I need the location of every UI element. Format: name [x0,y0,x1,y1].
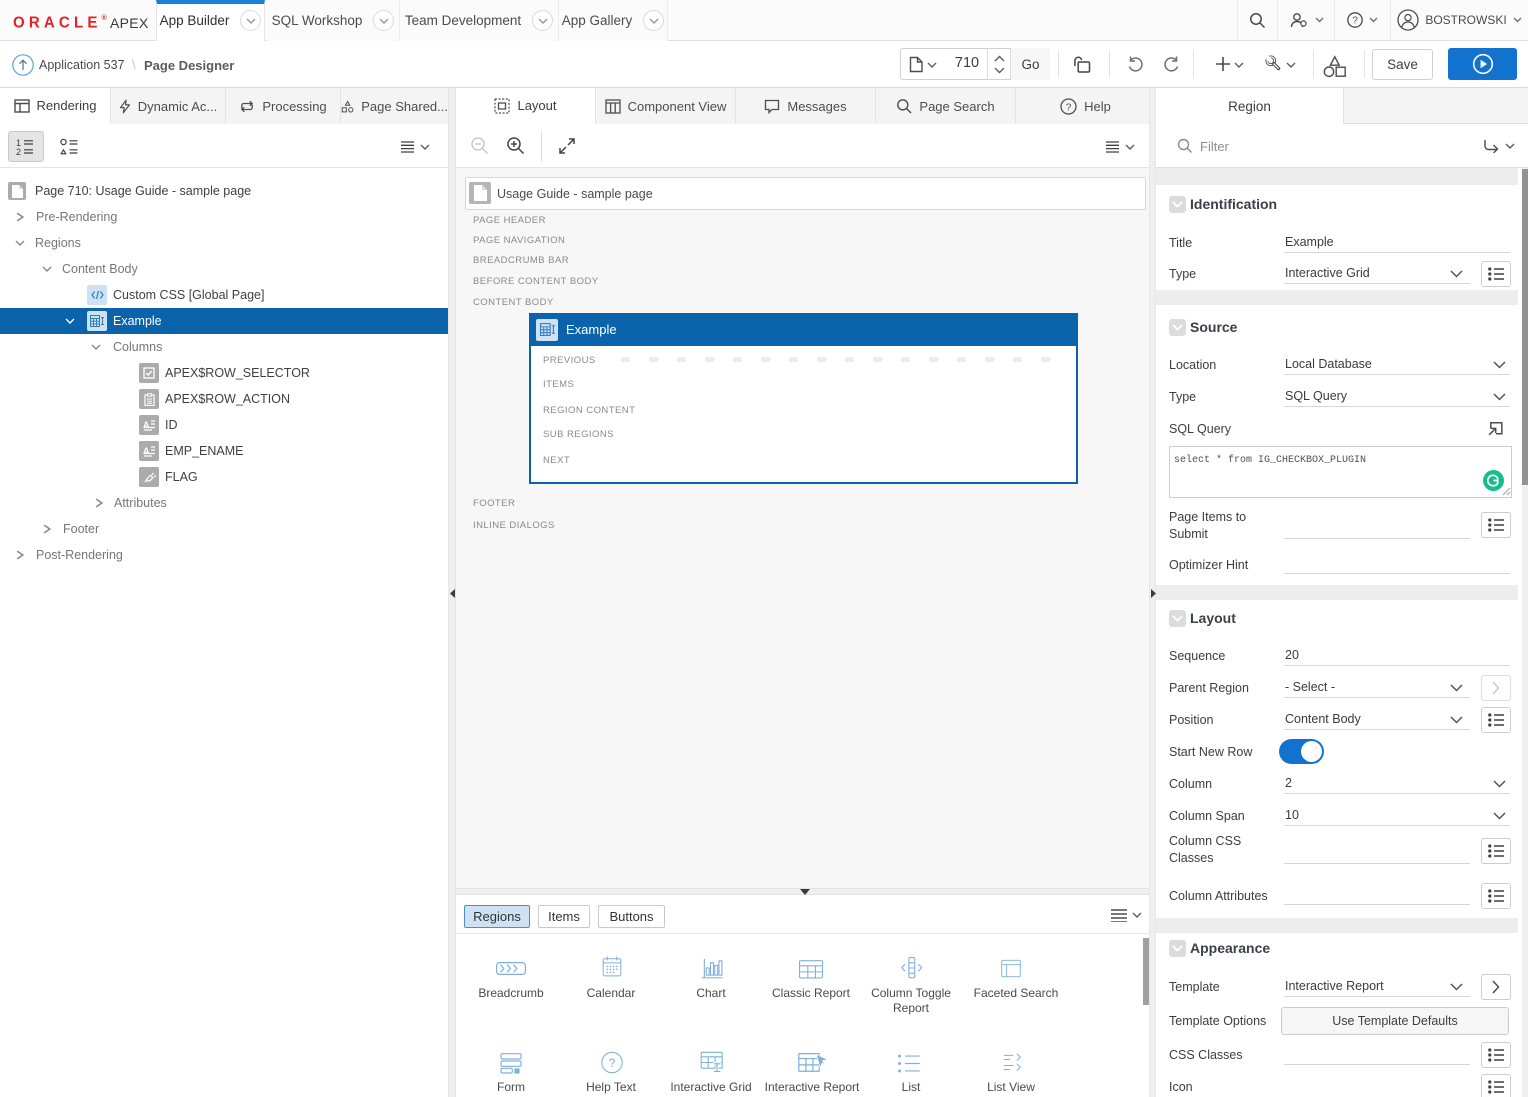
svg-text:?: ? [1352,16,1358,27]
svg-text:A: A [143,420,150,430]
svg-text:?: ? [1066,102,1072,113]
svg-text:A: A [143,446,150,456]
svg-text:2: 2 [16,147,21,156]
svg-text:?: ? [609,1056,616,1070]
